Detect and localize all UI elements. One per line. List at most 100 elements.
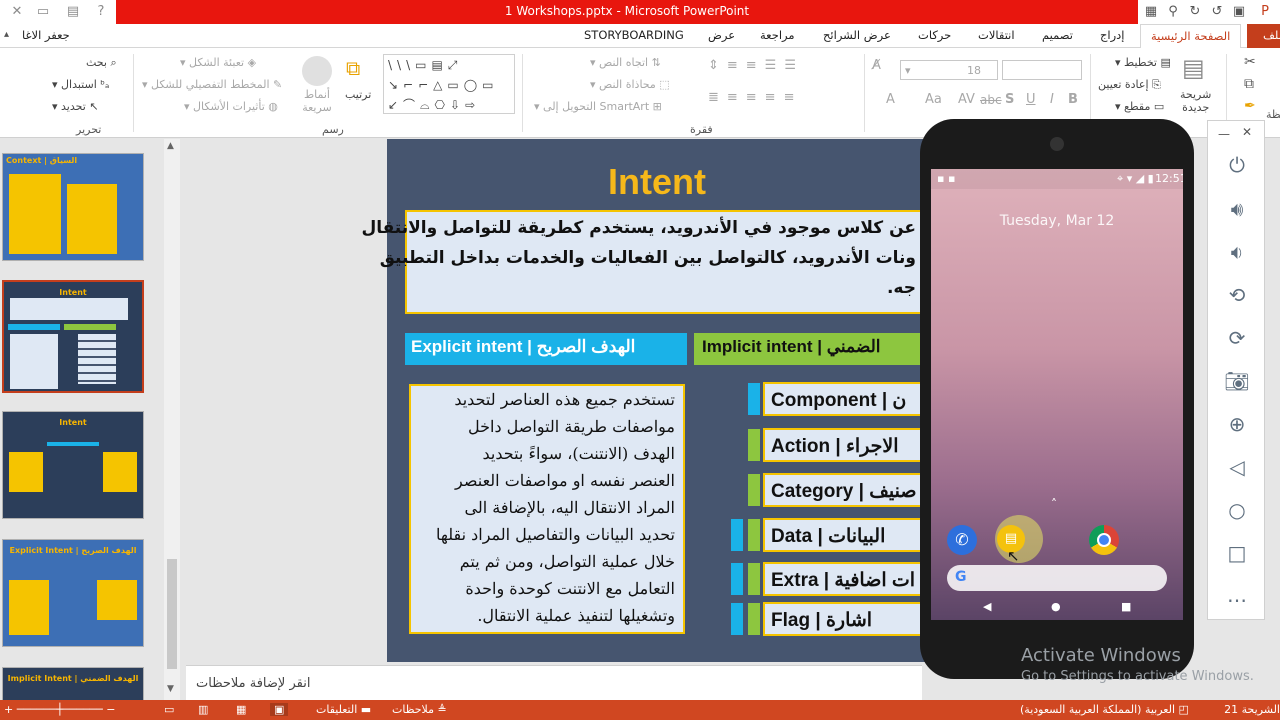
- tab-transitions[interactable]: انتقالات: [978, 28, 1015, 42]
- tab-design[interactable]: تصميم: [1042, 28, 1073, 42]
- replace-button[interactable]: ▾ استبدال ᵇₐ: [52, 78, 109, 91]
- format-painter-icon[interactable]: ✒: [1244, 98, 1256, 114]
- normal-view-icon[interactable]: ▣: [270, 703, 289, 716]
- select-button[interactable]: ▾ تحديد ↖: [52, 100, 99, 113]
- rotate-right-icon[interactable]: ⟳: [1208, 326, 1266, 350]
- tab-file[interactable]: ملف: [1247, 24, 1280, 48]
- home-icon[interactable]: ○: [1208, 498, 1266, 522]
- text-direction-button[interactable]: ▾ اتجاه النص ⇅: [590, 56, 661, 69]
- slide-thumbnail[interactable]: Intent: [2, 411, 144, 519]
- minimize-icon[interactable]: —: [1218, 127, 1230, 141]
- strikethrough-button[interactable]: abc: [980, 93, 1002, 107]
- slide-thumbnail[interactable]: Context | السياق: [2, 153, 144, 261]
- font-name-box[interactable]: [1002, 60, 1082, 80]
- rotate-left-icon[interactable]: ⟲: [1208, 283, 1266, 307]
- nav-recents-icon[interactable]: ■: [1121, 600, 1131, 613]
- bold-button[interactable]: B: [1068, 92, 1078, 107]
- layout-button[interactable]: ▾ تخطيط ▤: [1115, 56, 1171, 69]
- collapse-icon[interactable]: ▴: [4, 29, 9, 40]
- scroll-thumb[interactable]: [167, 559, 177, 669]
- section-button[interactable]: ▾ مقطع ▭: [1115, 100, 1164, 113]
- help-icon[interactable]: ?: [92, 3, 110, 21]
- list-buttons[interactable]: ⇕≡≡☰☰: [708, 58, 804, 73]
- font-color-button[interactable]: A: [886, 92, 895, 107]
- chrome-app-icon[interactable]: [1089, 525, 1119, 555]
- find-button[interactable]: بحث ⌕: [86, 56, 117, 70]
- phone-app-icon[interactable]: ✆: [947, 525, 977, 555]
- notes-pane[interactable]: انقر لإضافة ملاحظات: [186, 665, 922, 700]
- app-drawer-arrow-icon[interactable]: ˄: [1051, 497, 1057, 511]
- sorter-view-icon[interactable]: ▦: [236, 703, 246, 716]
- zoom-icon[interactable]: ⊕: [1208, 412, 1266, 436]
- slide-thumbnail-selected[interactable]: Intent: [2, 280, 144, 393]
- reading-view-icon[interactable]: ▭: [164, 703, 174, 716]
- tab-review[interactable]: مراجعة: [760, 28, 795, 42]
- new-slide-button[interactable]: شريحة جديدة: [1180, 88, 1211, 114]
- google-search-bar[interactable]: G: [947, 565, 1167, 591]
- explicit-intent-header[interactable]: Explicit intent | الهدف الصريح: [405, 333, 687, 365]
- definition-box[interactable]: عن كلاس موجود في الأندرويد، يستخدم كطريق…: [361, 210, 930, 314]
- slide-thumbnail[interactable]: Explicit Intent | الهدف الصريح: [2, 539, 144, 647]
- slide-title[interactable]: Intent: [387, 161, 927, 203]
- slideshow-view-icon[interactable]: ▥: [198, 703, 208, 716]
- language-indicator[interactable]: العربية (المملكة العربية السعودية) ◰: [1020, 703, 1189, 716]
- copy-icon[interactable]: ⧉: [1244, 76, 1254, 92]
- tab-view[interactable]: عرض: [708, 28, 735, 42]
- notes-button[interactable]: ملاحظات ≜: [392, 703, 447, 716]
- explicit-description-box[interactable]: تستخدم جميع هذه العناصر لتحديد مواصفات ط…: [409, 384, 685, 634]
- tab-storyboarding[interactable]: STORYBOARDING: [584, 28, 684, 42]
- char-spacing-button[interactable]: AV: [958, 92, 975, 107]
- tab-slideshow[interactable]: عرض الشرائح: [823, 28, 891, 42]
- screenshot-icon[interactable]: 📷︎: [1208, 369, 1266, 393]
- cut-icon[interactable]: ✂: [1244, 54, 1256, 70]
- smartart-button[interactable]: ▾ التحويل إلى SmartArt ⊞: [534, 100, 662, 113]
- align-text-button[interactable]: ▾ محاذاة النص ⬚: [590, 78, 670, 91]
- zoom-slider[interactable]: + ──────┼────── −: [4, 703, 116, 716]
- redo-icon[interactable]: ↻: [1186, 3, 1204, 21]
- thumbnail-scrollbar[interactable]: ▲ ▼: [164, 139, 180, 700]
- font-size-box[interactable]: ▾ 18: [900, 60, 998, 80]
- undo-icon[interactable]: ↺: [1208, 3, 1226, 21]
- phone-date[interactable]: Tuesday, Mar 12: [931, 213, 1183, 229]
- close-window-icon[interactable]: ✕: [8, 3, 26, 21]
- camera-icon: [1050, 137, 1064, 151]
- presenter-icon[interactable]: ⚲: [1164, 3, 1182, 21]
- save-icon[interactable]: ▣: [1230, 3, 1248, 21]
- slide[interactable]: Intent عن كلاس موجود في الأندرويد، يستخد…: [361, 139, 963, 662]
- reset-label: إعادة تعيين: [1098, 78, 1149, 91]
- start-presentation-icon[interactable]: ▦: [1142, 3, 1160, 21]
- italic-button[interactable]: I: [1050, 92, 1054, 107]
- shadow-button[interactable]: S: [1005, 92, 1014, 107]
- scroll-down-icon[interactable]: ▼: [167, 684, 174, 694]
- underline-button[interactable]: U: [1026, 92, 1036, 107]
- volume-down-icon[interactable]: 🔉︎: [1208, 240, 1266, 264]
- phone-screen[interactable]: ▪ ▪ ⌖ ▾ ◢ ▮ 12:51 Tuesday, Mar 12 ˄ ✆ ▤ …: [931, 169, 1183, 620]
- nav-back-icon[interactable]: ◀: [983, 600, 991, 613]
- tab-home[interactable]: الصفحة الرئيسية: [1140, 24, 1242, 48]
- shape-outline-button[interactable]: ▾ المخطط التفصيلي للشكل ✎: [142, 78, 282, 91]
- tab-animations[interactable]: حركات: [918, 28, 951, 42]
- shape-effects-button[interactable]: ▾ تأثيرات الأشكال ◍: [184, 100, 278, 113]
- scroll-up-icon[interactable]: ▲: [167, 141, 174, 151]
- change-case-button[interactable]: Aa: [925, 92, 942, 107]
- comments-button[interactable]: التعليقات ▬: [316, 703, 371, 716]
- back-icon[interactable]: ◁: [1208, 455, 1266, 479]
- arrange-button[interactable]: ترتيب: [345, 88, 371, 101]
- maximize-icon[interactable]: ▭: [34, 3, 52, 21]
- volume-up-icon[interactable]: 🔊︎: [1208, 197, 1266, 221]
- align-buttons[interactable]: ≣≡≡≡≡: [708, 90, 802, 105]
- close-icon[interactable]: ✕: [1242, 125, 1252, 139]
- ribbon-options-icon[interactable]: ▤: [64, 3, 82, 21]
- shape-fill-button[interactable]: ▾ تعبئة الشكل ◈: [180, 56, 256, 69]
- tab-insert[interactable]: إدراج: [1100, 28, 1125, 42]
- implicit-intent-header[interactable]: Implicit intent | الضمني: [694, 333, 934, 365]
- overview-icon[interactable]: □: [1208, 541, 1266, 565]
- nav-home-icon[interactable]: ●: [1051, 600, 1061, 613]
- user-account[interactable]: جعفر الاغا: [22, 28, 70, 42]
- shapes-gallery[interactable]: \\\▭▤⤢ ↘⌐⌐△▭◯▭ ↙⌒⌓⎔⇩⇨: [383, 54, 515, 114]
- power-icon[interactable]: ⏻: [1208, 153, 1266, 177]
- more-icon[interactable]: …: [1208, 583, 1266, 607]
- quick-styles-button[interactable]: أنماط سريعة: [302, 88, 332, 114]
- reset-button[interactable]: إعادة تعيين ⎘: [1098, 78, 1161, 92]
- clear-format-icon[interactable]: A̸: [872, 58, 881, 73]
